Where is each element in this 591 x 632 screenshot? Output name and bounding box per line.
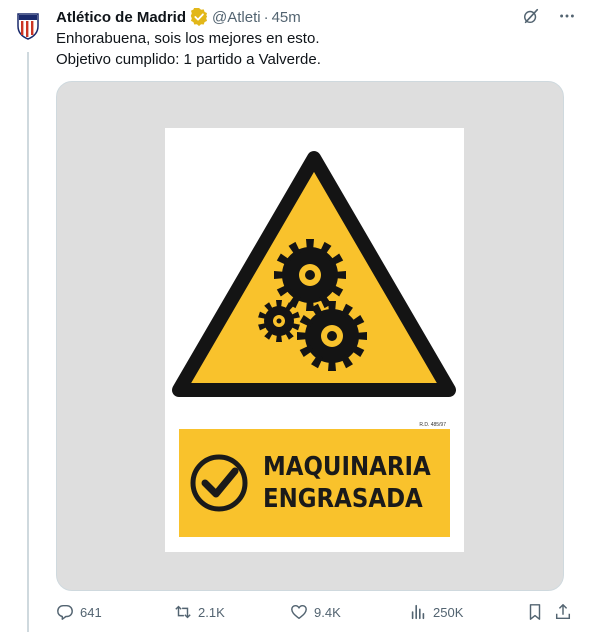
share-icon	[555, 604, 571, 620]
post-time[interactable]: 45m	[272, 9, 301, 26]
tweet-text-line-2: Objetivo cumplido: 1 partido a Valverde.	[56, 51, 321, 68]
share-button[interactable]	[554, 603, 572, 621]
bookmark-button[interactable]	[526, 603, 544, 621]
checkmark-icon	[190, 454, 248, 512]
sign-label: MAQUINARIA ENGRASADA	[263, 451, 431, 515]
tweet-header: Atlético de Madrid @Atleti · 45m	[56, 6, 301, 28]
reply-icon	[57, 604, 73, 620]
reply-button[interactable]: 641	[56, 603, 102, 621]
warning-triangle-graphic	[172, 151, 456, 397]
warning-sign: R.D. 485/97 MAQUINARIA ENGRASADA	[165, 128, 464, 552]
views-button[interactable]: 250K	[409, 603, 463, 621]
repost-count: 2.1K	[198, 604, 225, 620]
tweet-media[interactable]: R.D. 485/97 MAQUINARIA ENGRASADA	[56, 81, 564, 591]
heart-icon	[291, 604, 307, 620]
verified-badge-icon	[190, 8, 208, 26]
bookmark-icon	[529, 604, 541, 620]
reply-count: 641	[80, 604, 102, 620]
author-name[interactable]: Atlético de Madrid	[56, 9, 186, 26]
top-actions	[521, 6, 577, 26]
like-count: 9.4K	[314, 604, 341, 620]
regulation-text: R.D. 485/97	[419, 422, 446, 428]
repost-icon	[175, 605, 191, 619]
grok-icon[interactable]	[521, 6, 541, 26]
tweet-text-line-1: Enhorabuena, sois los mejores en esto.	[56, 30, 320, 47]
sign-label-line-1: MAQUINARIA	[263, 452, 431, 482]
author-handle[interactable]: @Atleti	[212, 9, 261, 26]
like-button[interactable]: 9.4K	[290, 603, 341, 621]
sign-text-panel: MAQUINARIA ENGRASADA	[179, 429, 450, 537]
avatar[interactable]	[16, 12, 40, 40]
repost-button[interactable]: 2.1K	[174, 603, 225, 621]
tweet-text: Enhorabuena, sois los mejores en esto. O…	[56, 28, 321, 70]
tweet-actions: 641 2.1K 9.4K 250K	[56, 603, 576, 625]
views-icon	[411, 604, 425, 620]
sign-label-line-2: ENGRASADA	[263, 484, 423, 514]
views-count: 250K	[433, 604, 464, 620]
thread-line	[27, 52, 29, 632]
separator-dot: ·	[263, 8, 269, 26]
more-icon[interactable]	[557, 6, 577, 26]
